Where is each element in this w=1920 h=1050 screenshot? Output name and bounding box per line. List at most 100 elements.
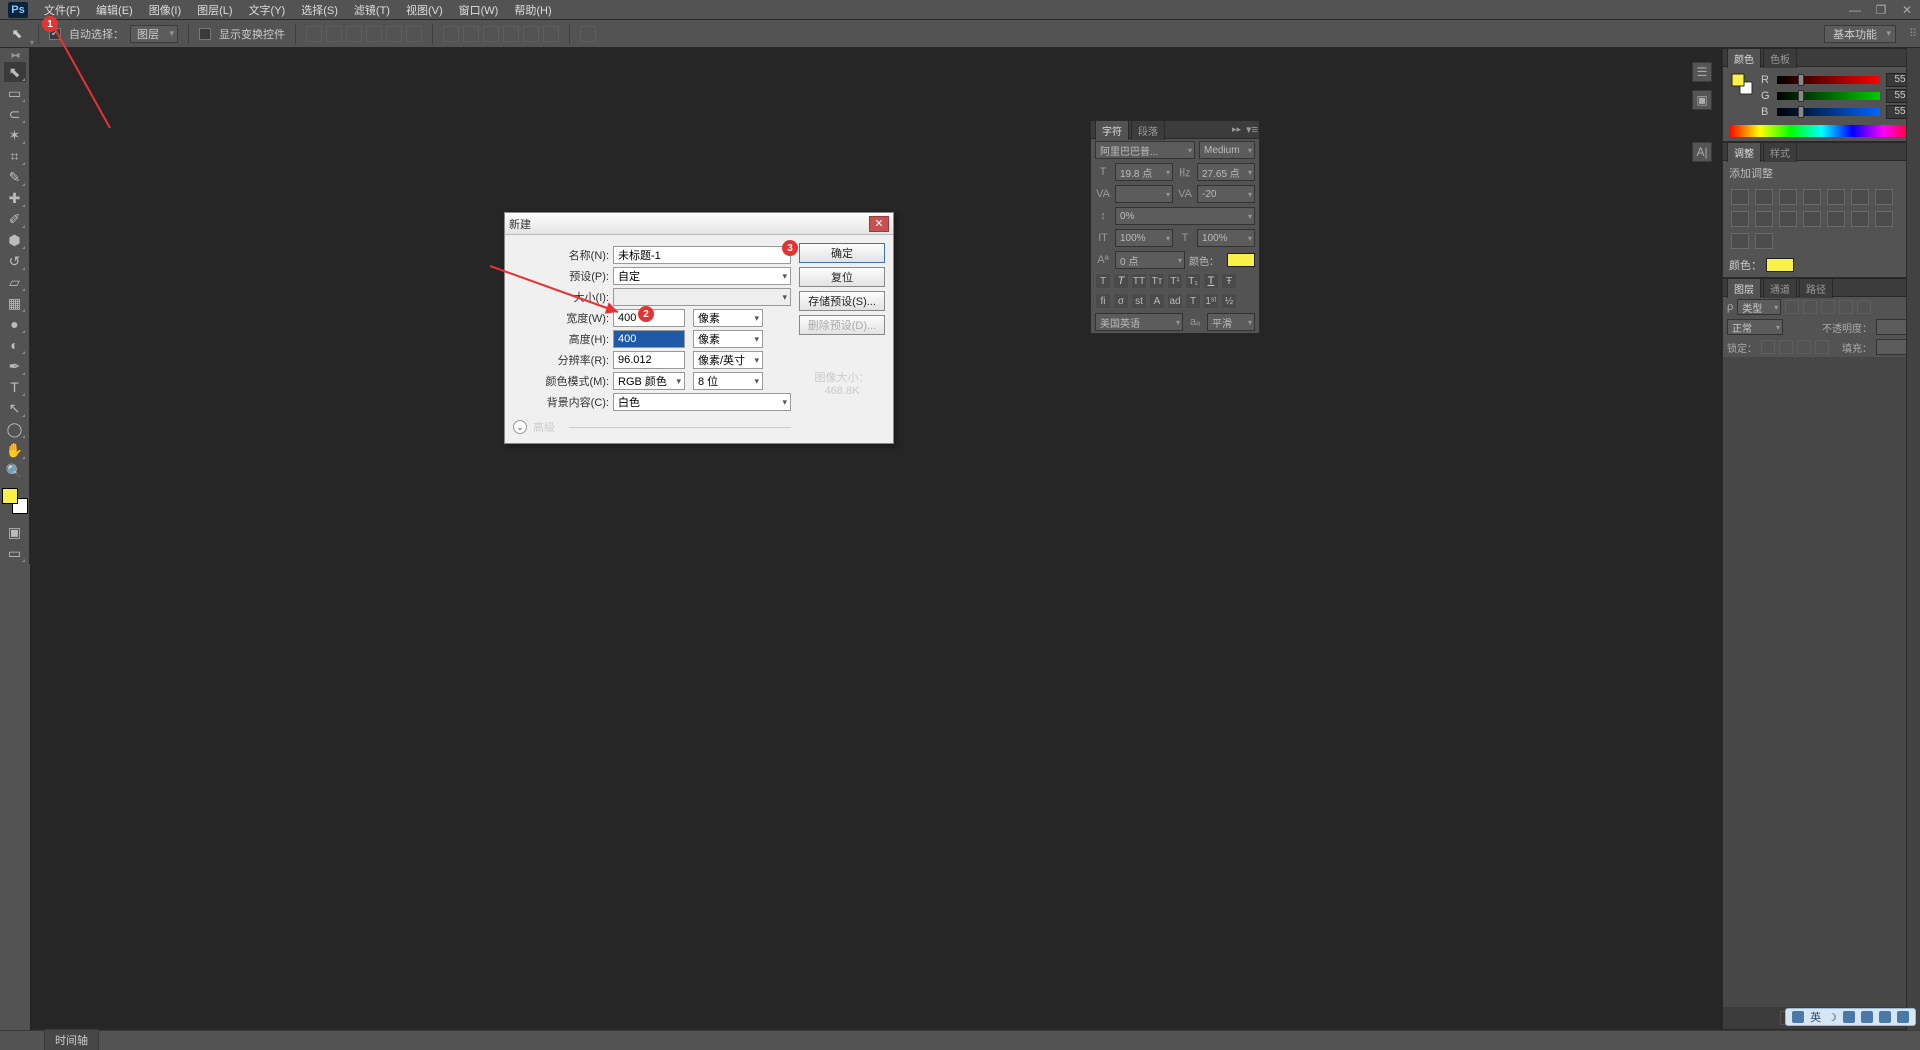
adj-poster-icon[interactable] xyxy=(1851,211,1869,227)
aa-select[interactable]: 平滑 xyxy=(1207,313,1255,331)
adj-curves-icon[interactable] xyxy=(1779,189,1797,205)
distribute-icon[interactable] xyxy=(443,26,459,42)
quickmask-toggle[interactable]: ▣ xyxy=(4,522,26,542)
hscale-input[interactable]: 100% xyxy=(1115,229,1173,247)
tab-styles[interactable]: 样式 xyxy=(1763,142,1797,162)
window-close[interactable]: ✕ xyxy=(1896,3,1918,17)
auto-align-icon[interactable] xyxy=(580,26,596,42)
move-tool-icon[interactable]: ⬉▾ xyxy=(6,23,28,45)
align-icon[interactable] xyxy=(386,26,402,42)
height-input[interactable] xyxy=(613,330,685,348)
adj-vibrance-icon[interactable] xyxy=(1827,189,1845,205)
brush-tool[interactable]: ✐ xyxy=(4,209,26,229)
adj-exposure-icon[interactable] xyxy=(1803,189,1821,205)
stamp-tool[interactable]: ⬢ xyxy=(4,230,26,250)
mode-select[interactable]: RGB 颜色 xyxy=(613,372,685,390)
underline[interactable]: T xyxy=(1203,273,1219,289)
ot-1st[interactable]: 1ˢᵗ xyxy=(1203,293,1219,309)
allcaps[interactable]: TT xyxy=(1131,273,1147,289)
depth-select[interactable]: 8 位 xyxy=(693,372,763,390)
crop-tool[interactable]: ⌗ xyxy=(4,146,26,166)
b-slider[interactable] xyxy=(1777,108,1880,116)
menu-window[interactable]: 窗口(W) xyxy=(451,0,507,21)
panel-collapse-icon[interactable]: ▸▸ xyxy=(1232,124,1241,135)
adj-lookup-icon[interactable] xyxy=(1803,211,1821,227)
adj-colorbal-icon[interactable] xyxy=(1875,189,1893,205)
subscript[interactable]: T₁ xyxy=(1185,273,1201,289)
foreground-swatch[interactable] xyxy=(2,488,18,504)
ot-ad[interactable]: ad xyxy=(1167,293,1183,309)
adj-gradmap-icon[interactable] xyxy=(1731,233,1749,249)
marquee-tool[interactable]: ▭ xyxy=(4,83,26,103)
pen-tool[interactable]: ✒ xyxy=(4,356,26,376)
tab-swatches[interactable]: 色板 xyxy=(1763,48,1797,68)
color-swatches[interactable] xyxy=(2,488,28,514)
baseline-input[interactable]: 0 点 xyxy=(1115,251,1185,269)
right-scrollbar[interactable] xyxy=(1906,48,1920,1030)
shape-tool[interactable]: ◯ xyxy=(4,419,26,439)
menu-image[interactable]: 图像(I) xyxy=(141,0,189,21)
dodge-tool[interactable]: ◐ xyxy=(4,335,26,355)
font-size-select[interactable]: 19.8 点 xyxy=(1115,163,1173,181)
g-slider[interactable] xyxy=(1777,92,1880,100)
tab-paragraph[interactable]: 段落 xyxy=(1131,120,1165,140)
superscript[interactable]: T¹ xyxy=(1167,273,1183,289)
dialog-titlebar[interactable]: 新建 ✕ xyxy=(505,213,893,235)
faux-bold[interactable]: T xyxy=(1095,273,1111,289)
tab-adjustments[interactable]: 调整 xyxy=(1727,142,1761,162)
kerning-select[interactable] xyxy=(1115,185,1173,203)
window-restore[interactable]: ❐ xyxy=(1870,3,1892,17)
panel-swatches[interactable] xyxy=(1732,74,1753,95)
panel-fg-swatch[interactable] xyxy=(1732,74,1745,87)
history-panel-icon[interactable]: ☰ xyxy=(1692,62,1712,82)
filter-type-icon[interactable] xyxy=(1821,300,1835,314)
align-icon[interactable] xyxy=(326,26,342,42)
distribute-icon[interactable] xyxy=(463,26,479,42)
path-select-tool[interactable]: ↖ xyxy=(4,398,26,418)
distribute-icon[interactable] xyxy=(503,26,519,42)
res-unit-select[interactable]: 像素/英寸 xyxy=(693,351,763,369)
zoom-tool[interactable]: 🔍 xyxy=(4,461,26,481)
strikethrough[interactable]: Ŧ xyxy=(1221,273,1237,289)
bg-select[interactable]: 白色 xyxy=(613,393,791,411)
save-preset-button[interactable]: 存储预设(S)... xyxy=(799,291,885,311)
name-input[interactable] xyxy=(613,246,791,264)
align-icon[interactable] xyxy=(406,26,422,42)
width-unit-select[interactable]: 像素 xyxy=(693,309,763,327)
adj-huesat-icon[interactable] xyxy=(1851,189,1869,205)
tab-layers[interactable]: 图层 xyxy=(1727,278,1761,298)
menu-help[interactable]: 帮助(H) xyxy=(506,0,559,21)
lock-trans-icon[interactable] xyxy=(1761,340,1775,354)
panel-menu-icon[interactable]: ▾≡ xyxy=(1245,123,1259,136)
actions-panel-icon[interactable]: ▣ xyxy=(1692,90,1712,110)
align-icon[interactable] xyxy=(366,26,382,42)
resolution-input[interactable] xyxy=(613,351,685,369)
filter-adjust-icon[interactable] xyxy=(1803,300,1817,314)
ok-button[interactable]: 确定 xyxy=(799,243,885,263)
screenmode-toggle[interactable]: ▭ xyxy=(4,543,26,563)
ime-tray[interactable]: 英 ☽ xyxy=(1785,1008,1916,1026)
eraser-tool[interactable]: ▱ xyxy=(4,272,26,292)
adj-thresh-icon[interactable] xyxy=(1875,211,1893,227)
distribute-icon[interactable] xyxy=(523,26,539,42)
healing-tool[interactable]: ✚ xyxy=(4,188,26,208)
dialog-close-button[interactable]: ✕ xyxy=(869,216,889,232)
adj-selcolor-icon[interactable] xyxy=(1755,233,1773,249)
lock-all-icon[interactable] xyxy=(1815,340,1829,354)
text-color-swatch[interactable] xyxy=(1227,253,1255,267)
align-icon[interactable] xyxy=(346,26,362,42)
layer-list[interactable] xyxy=(1723,357,1920,1007)
ot-sigma[interactable]: σ xyxy=(1113,293,1129,309)
char-panel-icon[interactable]: A| xyxy=(1692,142,1712,162)
toolbar-grip-icon[interactable]: ▸◂ xyxy=(0,52,29,58)
r-slider[interactable] xyxy=(1777,76,1880,84)
menu-edit[interactable]: 编辑(E) xyxy=(88,0,141,21)
adj-levels-icon[interactable] xyxy=(1755,189,1773,205)
reset-button[interactable]: 复位 xyxy=(799,267,885,287)
faux-italic[interactable]: T xyxy=(1113,273,1129,289)
font-family-select[interactable]: 阿里巴巴普... xyxy=(1095,141,1195,159)
adj-photo-icon[interactable] xyxy=(1755,211,1773,227)
menu-layer[interactable]: 图层(L) xyxy=(189,0,240,21)
height-unit-select[interactable]: 像素 xyxy=(693,330,763,348)
preset-select[interactable]: 自定 xyxy=(613,267,791,285)
